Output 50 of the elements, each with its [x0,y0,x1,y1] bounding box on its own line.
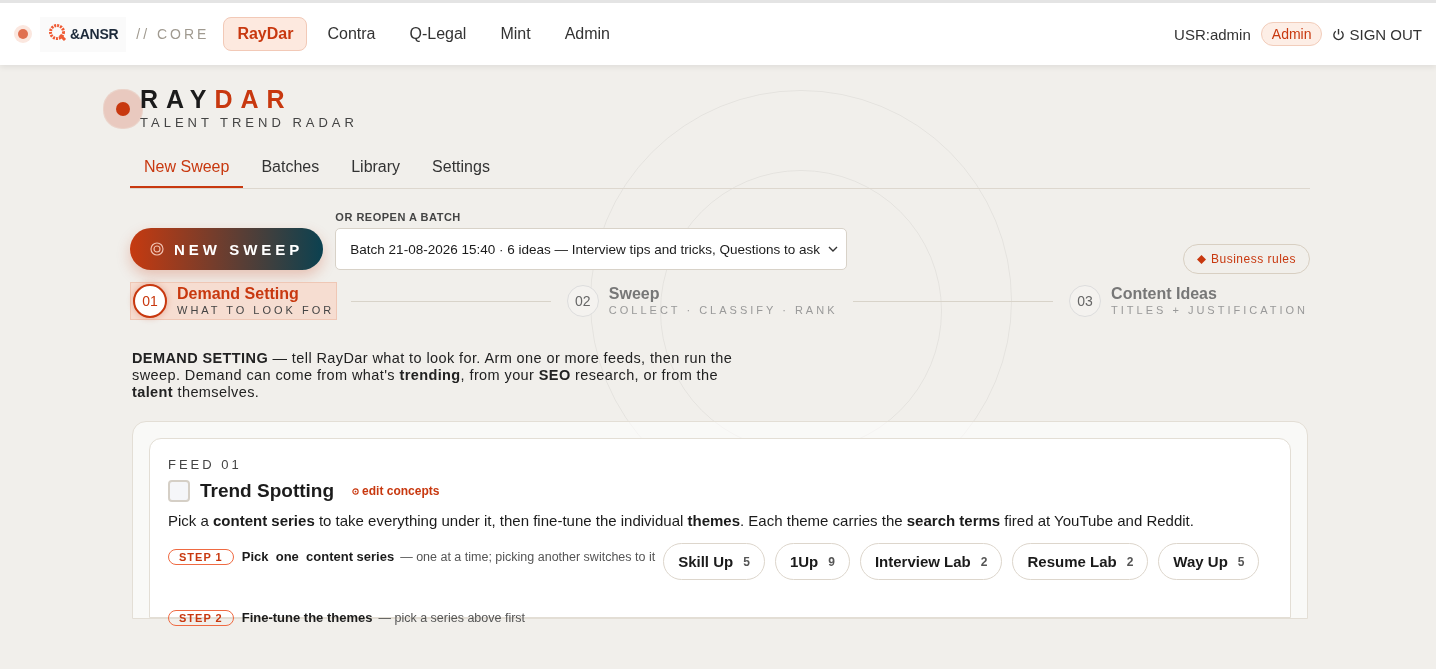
tab[interactable]: Batches [247,148,334,188]
sign-out-button[interactable]: SIGN OUT [1332,25,1422,43]
count-label: 5 [743,554,750,569]
intro-paragraph: DEMAND SETTING — tell RayDar what to look for. Arm one or more feeds, then run the sweep. Demand can come from what's trending, from your SEO research, or from the talent themselves. [132,350,734,401]
step-hint: — one at a time; picking another switches to it [400,550,656,564]
app-subtitle: TALENT TREND RADAR [140,115,358,130]
step-subtitle: COLLECT · CLASSIFY · RANK [608,304,838,316]
new-sweep-button[interactable]: NEW SWEEP [130,228,324,270]
count-label: 2 [1126,554,1134,569]
tab[interactable]: Settings [418,148,504,188]
step-indicator[interactable]: 01 Demand Setting WHAT TO LOOK FOR [130,282,338,320]
step-heading: Pick one content series [241,549,395,564]
section-label: // CORE [136,26,210,42]
tab[interactable]: Library [337,148,415,188]
step-title: Demand Setting [177,286,300,302]
nav-tab[interactable]: RayDar [223,17,308,51]
logo-text: &ANSR [70,26,119,42]
step-number: 02 [566,285,599,317]
step-number: 03 [1069,285,1102,317]
edit-concepts-link[interactable]: edit concepts [352,484,440,498]
step-indicator[interactable]: 03 Content Ideas TITLES + JUSTIFICATION [1067,284,1310,318]
series-chip[interactable]: 1Up 9 [774,543,850,580]
app-title: RAY DAR [140,87,294,112]
tab[interactable]: New Sweep [130,148,244,188]
reopen-label: OR REOPEN A BATCH [335,211,462,223]
series-chip[interactable]: Resume Lab 2 [1012,543,1149,580]
step-title: Sweep [608,286,661,302]
series-chip[interactable]: Skill Up 5 [663,543,765,580]
step-title: Content Ideas [1111,286,1218,302]
series-chip[interactable]: Interview Lab 2 [859,543,1003,580]
nav-tab[interactable]: Contra [313,17,390,51]
feed-label: FEED 01 [168,457,243,472]
step-number: 01 [133,284,167,318]
nav-tab[interactable]: Q-Legal [395,17,481,51]
feed-description: Pick a content series to take everything under it, then fine-tune the individual themes. Each theme carries the search terms fired at YouTube and Reddit. [168,512,1195,529]
step-heading: Fine-tune the themes [241,610,373,625]
step-indicator[interactable]: 02 Sweep COLLECT · CLASSIFY · RANK [564,284,840,318]
user-label: USR:admin [1174,25,1251,43]
nav-tab[interactable]: Admin [550,17,624,51]
step-hint: — pick a series above first [378,611,526,625]
count-label: 5 [1237,554,1245,569]
nav-tab[interactable]: Mint [486,17,545,51]
step-subtitle: WHAT TO LOOK FOR [177,304,335,316]
role-badge: Admin [1260,22,1323,46]
batch-select[interactable]: Batch 21-08-2026 15:40 · 6 ideas — Interview tips and tricks, Questions to ask [335,228,848,270]
count-label: 9 [828,554,835,569]
count-label: 2 [980,554,988,569]
step-subtitle: TITLES + JUSTIFICATION [1111,304,1308,316]
feed-title: Trend Spotting [200,480,335,502]
series-chip[interactable]: Way Up 5 [1158,543,1260,580]
